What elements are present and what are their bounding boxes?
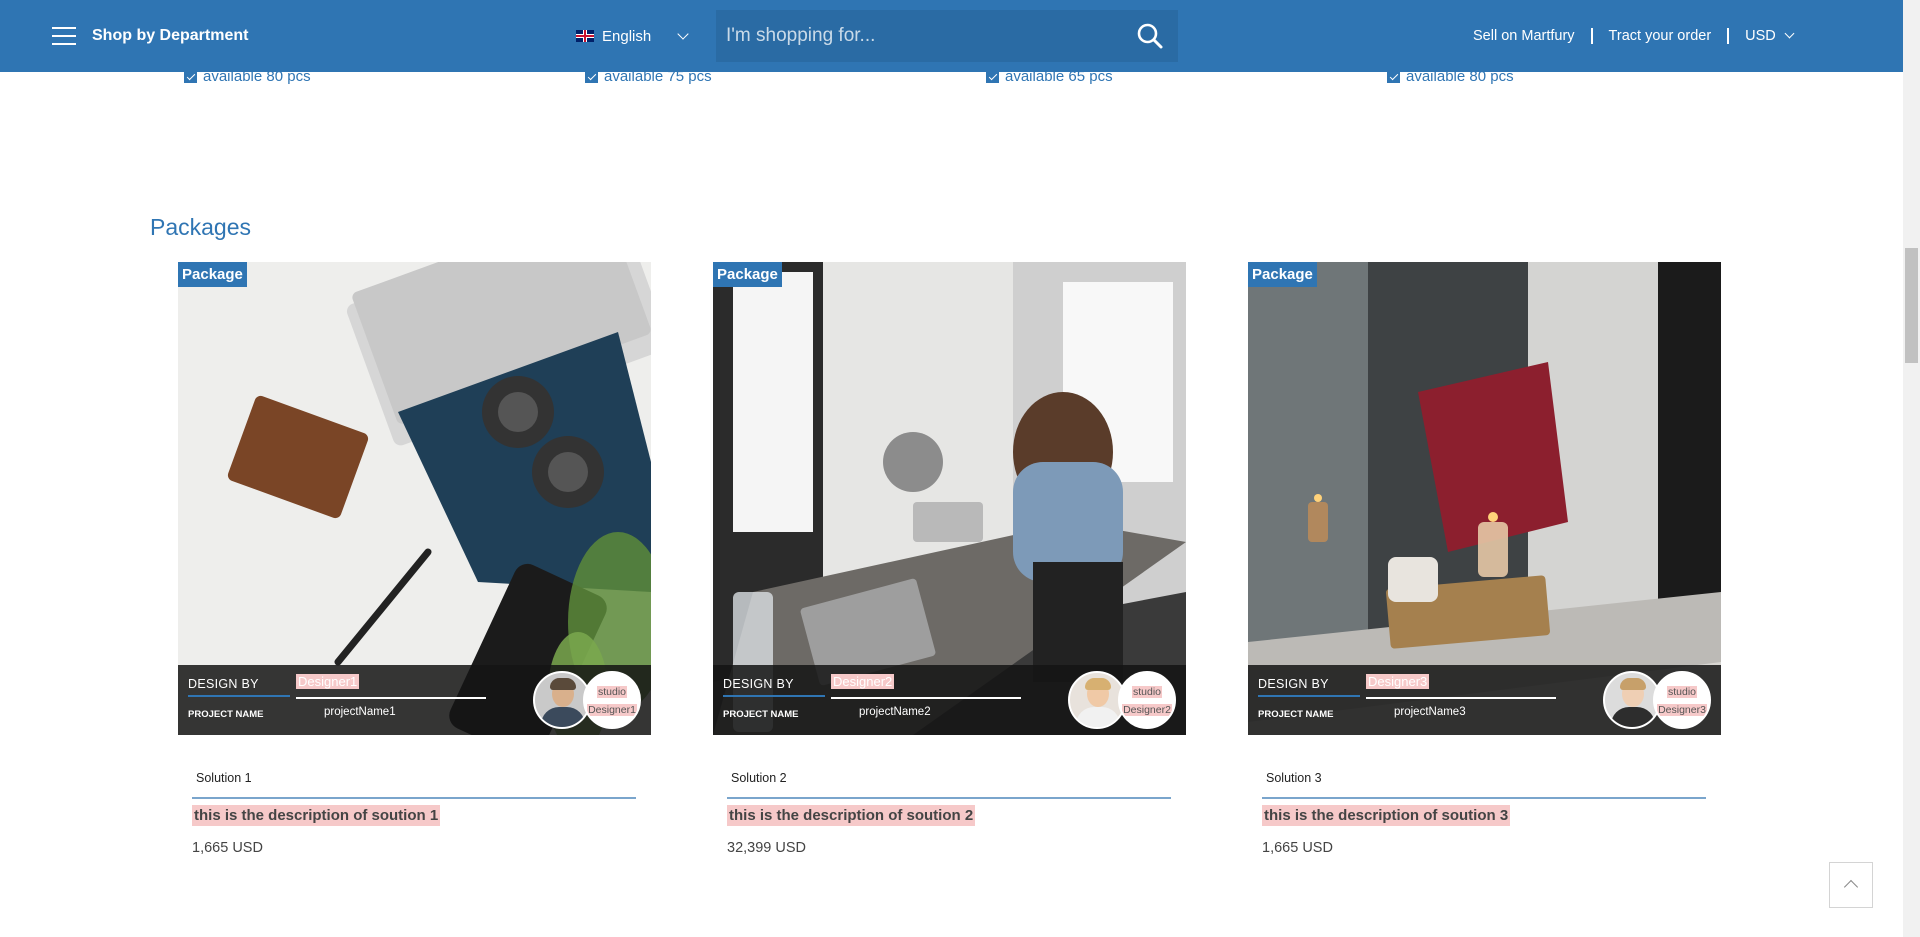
designer-overlay: DESIGN BY Designer3 PROJECT NAME project…	[1248, 665, 1721, 735]
package-card[interactable]: Package DESIGN BY Designer3 PROJECT NAME…	[1248, 262, 1721, 856]
project-name-label: PROJECT NAME	[188, 709, 264, 720]
availability-text: available 75 pcs	[604, 68, 712, 85]
designer-overlay: DESIGN BY Designer1 PROJECT NAME project…	[178, 665, 651, 735]
top-header: Shop by Department English Sell on Martf…	[0, 0, 1920, 72]
check-icon	[1387, 70, 1400, 83]
solution-label: Solution 1	[196, 771, 252, 785]
check-icon	[986, 70, 999, 83]
designer-name[interactable]: Designer2	[831, 674, 895, 689]
check-icon	[184, 70, 197, 83]
availability-text: available 80 pcs	[203, 68, 311, 85]
divider	[192, 797, 636, 799]
scrollbar-thumb[interactable]	[1905, 248, 1918, 363]
chevron-up-icon	[1843, 879, 1859, 895]
back-to-top-button[interactable]	[1829, 862, 1873, 908]
package-card[interactable]: Package DESIGN BY Designer1 PROJECT NAME…	[178, 262, 651, 856]
package-badge: Package	[713, 262, 782, 287]
currency-selector[interactable]: USD	[1745, 28, 1795, 44]
divider	[1258, 695, 1360, 697]
studio-label: studio	[1666, 686, 1698, 698]
studio-label: studio	[596, 686, 628, 698]
card-info: Solution 1 this is the description of so…	[178, 771, 651, 856]
design-by-label: DESIGN BY	[723, 677, 794, 691]
price: 32,399 USD	[727, 840, 806, 856]
language-selector[interactable]: English	[576, 0, 689, 72]
language-label: English	[602, 27, 652, 45]
shop-by-department-button[interactable]: Shop by Department	[52, 0, 248, 72]
divider	[188, 695, 290, 697]
project-name-label: PROJECT NAME	[723, 709, 799, 720]
uk-flag-icon	[576, 30, 594, 42]
divider	[296, 697, 486, 699]
package-image[interactable]: Package DESIGN BY Designer1 PROJECT NAME…	[178, 262, 651, 735]
package-image[interactable]: Package DESIGN BY Designer3 PROJECT NAME…	[1248, 262, 1721, 735]
availability-item: available 65 pcs	[986, 68, 1113, 85]
scrollbar[interactable]	[1903, 0, 1920, 937]
track-order-link[interactable]: Tract your order	[1609, 28, 1712, 44]
divider	[1590, 28, 1593, 44]
department-label: Shop by Department	[92, 27, 249, 44]
package-badge: Package	[1248, 262, 1317, 287]
card-info: Solution 3 this is the description of so…	[1248, 771, 1721, 856]
studio-avatar[interactable]: studio Designer2	[1118, 671, 1176, 729]
studio-label: studio	[1131, 686, 1163, 698]
divider	[723, 695, 825, 697]
check-icon	[585, 70, 598, 83]
solution-label: Solution 3	[1266, 771, 1322, 785]
studio-avatar[interactable]: studio Designer3	[1653, 671, 1711, 729]
project-name: projectName1	[324, 706, 396, 718]
package-badge: Package	[178, 262, 247, 287]
availability-text: available 65 pcs	[1005, 68, 1113, 85]
designer-overlay: DESIGN BY Designer2 PROJECT NAME project…	[713, 665, 1186, 735]
search-bar	[716, 10, 1178, 62]
section-title: Packages	[150, 214, 252, 240]
designer-name[interactable]: Designer3	[1366, 674, 1430, 689]
studio-designer: Designer2	[1122, 704, 1172, 716]
solution-description[interactable]: this is the description of soution 1	[192, 805, 441, 826]
project-name: projectName2	[859, 706, 931, 718]
search-button[interactable]	[1122, 10, 1178, 62]
studio-designer: Designer3	[1657, 704, 1707, 716]
design-by-label: DESIGN BY	[188, 677, 259, 691]
availability-item: available 80 pcs	[1387, 68, 1514, 85]
price: 1,665 USD	[192, 840, 263, 856]
divider	[831, 697, 1021, 699]
studio-avatar[interactable]: studio Designer1	[583, 671, 641, 729]
menu-icon	[52, 27, 76, 45]
project-name-label: PROJECT NAME	[1258, 709, 1334, 720]
header-right-nav: Sell on Martfury Tract your order USD	[1473, 0, 1795, 72]
chevron-down-icon	[1784, 28, 1795, 39]
package-card[interactable]: Package DESIGN BY Designer2 PROJECT NAME…	[713, 262, 1186, 856]
solution-description[interactable]: this is the description of soution 2	[727, 805, 976, 826]
divider	[1262, 797, 1706, 799]
availability-item: available 80 pcs	[184, 68, 311, 85]
currency-label: USD	[1745, 28, 1776, 44]
search-icon	[1137, 23, 1163, 49]
divider	[1366, 697, 1556, 699]
divider	[727, 797, 1171, 799]
card-info: Solution 2 this is the description of so…	[713, 771, 1186, 856]
chevron-down-icon	[677, 27, 689, 40]
designer-name[interactable]: Designer1	[296, 674, 360, 689]
project-name: projectName3	[1394, 706, 1466, 718]
package-image[interactable]: Package DESIGN BY Designer2 PROJECT NAME…	[713, 262, 1186, 735]
price: 1,665 USD	[1262, 840, 1333, 856]
solution-label: Solution 2	[731, 771, 787, 785]
search-input[interactable]	[716, 10, 1122, 62]
divider	[1727, 28, 1730, 44]
studio-designer: Designer1	[587, 704, 637, 716]
availability-text: available 80 pcs	[1406, 68, 1514, 85]
sell-link[interactable]: Sell on Martfury	[1473, 28, 1575, 44]
solution-description[interactable]: this is the description of soution 3	[1262, 805, 1511, 826]
availability-item: available 75 pcs	[585, 68, 712, 85]
design-by-label: DESIGN BY	[1258, 677, 1329, 691]
